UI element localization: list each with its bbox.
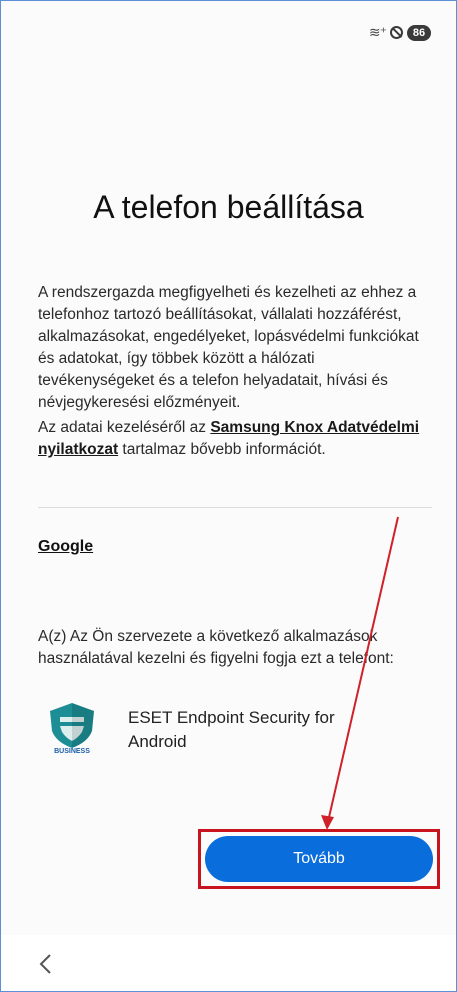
managed-app-item: BUSINESS ESET Endpoint Security for Andr… <box>38 700 388 760</box>
navigation-bar <box>1 935 456 991</box>
app-name: ESET Endpoint Security for Android <box>128 708 335 751</box>
business-badge: BUSINESS <box>54 748 90 755</box>
eset-shield-icon: BUSINESS <box>38 700 106 760</box>
back-chevron-icon[interactable] <box>36 952 56 976</box>
wifi-icon: ≋⁺ <box>368 24 387 40</box>
privacy-info-text: Az adatai kezeléséről az Samsung Knox Ad… <box>38 417 432 461</box>
admin-info-text: A rendszergazda megfigyelheti és kezelhe… <box>38 284 419 411</box>
divider <box>38 507 432 508</box>
status-bar: ≋⁺ 86 <box>369 24 431 41</box>
google-link[interactable]: Google <box>38 538 93 556</box>
battery-level: 86 <box>407 24 431 41</box>
privacy-prefix: Az adatai kezeléséről az <box>38 419 211 436</box>
do-not-disturb-icon <box>390 26 403 39</box>
next-button[interactable]: Tovább <box>205 836 433 882</box>
privacy-suffix: tartalmaz bővebb információt. <box>118 441 326 458</box>
management-apps-text: A(z) Az Ön szervezete a következő alkalm… <box>38 628 394 667</box>
page-title: A telefon beállítása <box>93 189 364 225</box>
